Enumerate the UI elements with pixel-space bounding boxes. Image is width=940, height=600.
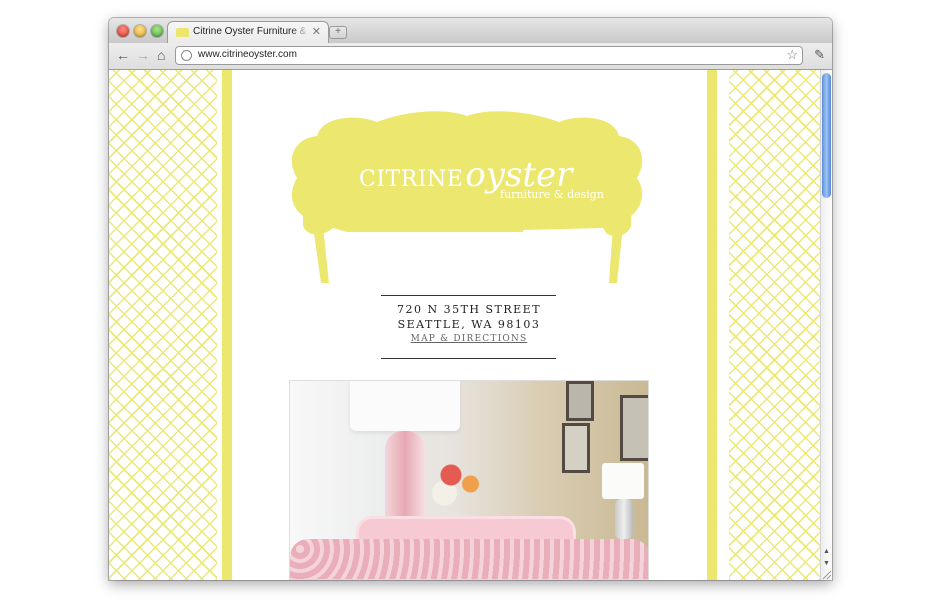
photo-second-lamp-base [615,499,633,539]
photo-lamp-shade [350,381,460,431]
forward-arrow-icon[interactable]: → [136,47,150,63]
new-tab-button[interactable]: + [329,26,347,39]
bookmark-star-icon[interactable]: ☆ [786,47,798,63]
photo-second-lamp-shade [602,463,644,499]
logo-tagline: furniture & design [500,188,604,201]
url-text[interactable]: www.citrineoyster.com [198,49,297,60]
tab-close-icon[interactable]: ✕ [312,25,321,38]
map-directions-link[interactable]: MAP & DIRECTIONS [331,334,607,344]
home-icon[interactable]: ⌂ [157,47,165,63]
left-accent-stripe [222,70,232,580]
right-pattern-panel [729,70,820,580]
vertical-scrollbar[interactable]: ▲ ▼ [820,70,832,580]
wrench-icon[interactable]: ✎ [814,47,825,63]
back-arrow-icon[interactable]: ← [116,47,130,63]
globe-icon [181,50,192,61]
photo-pink-sofa [290,539,648,579]
logo-citrine-text: CITRINE [359,167,464,192]
resize-grip-icon[interactable] [820,568,832,580]
photo-flowers [425,451,490,511]
divider-bottom [381,358,556,359]
browser-window: Citrine Oyster Furniture & De ✕ + ← → ⌂ … [109,18,832,580]
scrollbar-thumb[interactable] [822,73,831,198]
minimize-window-button[interactable] [134,25,146,37]
page-viewport: CITRINEoyster furniture & design 720 N 3… [109,70,820,580]
address-bar[interactable]: www.citrineoyster.com ☆ [175,46,803,65]
photo-frame [566,381,594,421]
title-bar: Citrine Oyster Furniture & De ✕ + [109,18,832,44]
showroom-photo [289,380,649,580]
scroll-up-arrow-icon[interactable]: ▲ [822,548,831,555]
right-accent-stripe [707,70,717,580]
scroll-down-arrow-icon[interactable]: ▼ [822,560,831,567]
address-line-1: 720 N 35TH STREET [396,303,542,316]
left-pattern-panel [109,70,217,580]
divider-top [381,295,556,296]
photo-frame [562,423,590,473]
browser-toolbar: ← → ⌂ www.citrineoyster.com ☆ ✎ [109,43,832,70]
address-line-2: SEATTLE, WA 98103 [397,318,541,331]
close-window-button[interactable] [117,25,129,37]
photo-frame [620,395,648,461]
browser-tab[interactable]: Citrine Oyster Furniture & De ✕ [167,21,329,44]
tab-title: Citrine Oyster Furniture & De [193,26,309,37]
favicon-icon [176,28,189,37]
zoom-window-button[interactable] [151,25,163,37]
